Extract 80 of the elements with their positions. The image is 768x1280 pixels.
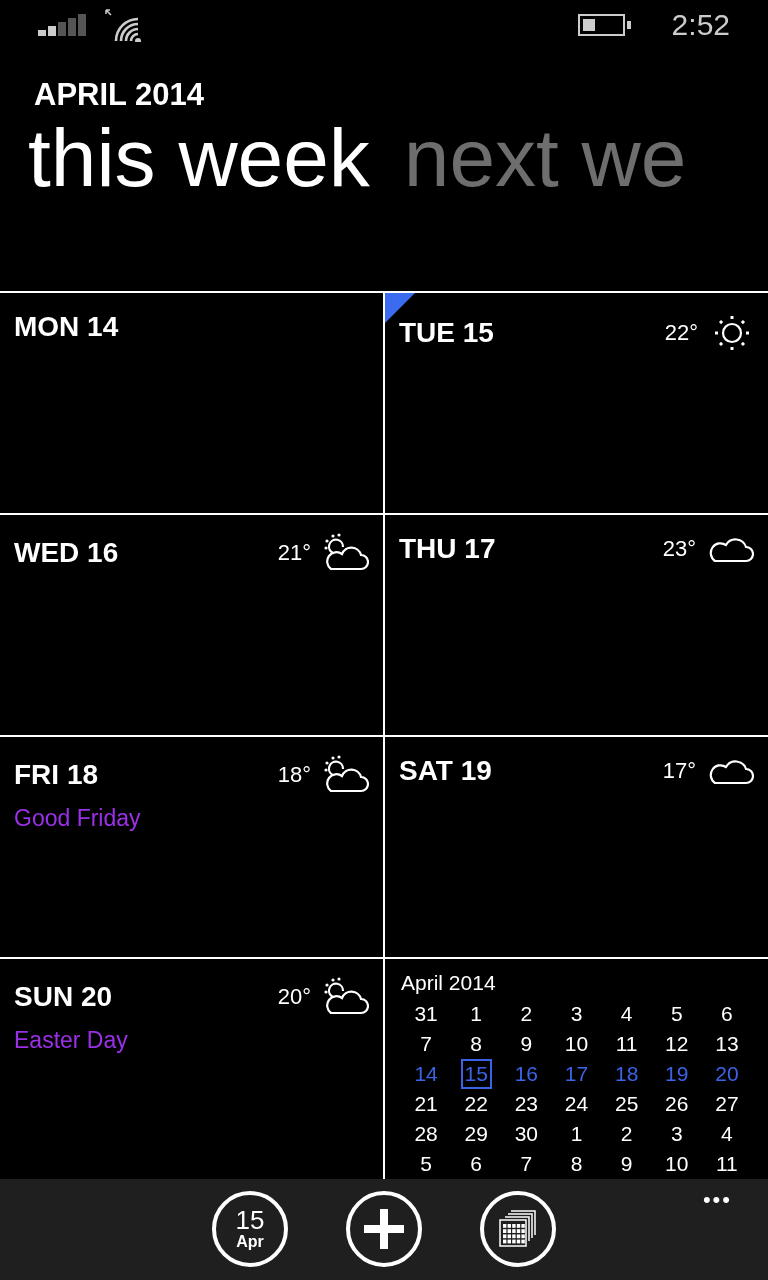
- calendar-date: 18: [613, 1060, 640, 1087]
- day-tile[interactable]: THU 17 23°: [385, 514, 768, 735]
- calendar-date: 1: [469, 1000, 484, 1027]
- event-title[interactable]: Easter Day: [14, 1026, 128, 1054]
- calendar-date: 11: [715, 1150, 739, 1177]
- calendar-date: 31: [413, 1000, 439, 1027]
- temperature: 18°: [277, 761, 311, 788]
- calendar-date: 5: [669, 1000, 684, 1027]
- day-label: THU 17: [399, 532, 496, 565]
- calendar-date: 14: [413, 1060, 439, 1087]
- day-tile[interactable]: WED 16 21°: [0, 514, 383, 735]
- plus-icon: [364, 1209, 404, 1250]
- day-tile[interactable]: SUN 20 20° Easter Day: [0, 958, 383, 1179]
- calendar-date: 1: [569, 1120, 584, 1147]
- partly-cloudy-icon: [323, 976, 369, 1017]
- day-label: TUE 15: [399, 316, 494, 349]
- calendar-date: 10: [664, 1150, 690, 1177]
- calendar-date: 16: [513, 1060, 540, 1087]
- calendar-date: 11: [614, 1030, 639, 1057]
- calendar-date: 13: [714, 1030, 740, 1057]
- temperature: 22°: [664, 319, 698, 346]
- day-label: WED 16: [14, 536, 119, 569]
- battery-icon: [577, 13, 632, 36]
- calendar-date: 25: [613, 1090, 640, 1117]
- day-label: SAT 19: [399, 754, 492, 787]
- calendar-date: 22: [463, 1090, 489, 1117]
- day-label: MON 14: [14, 310, 119, 343]
- temperature: 21°: [277, 539, 311, 566]
- calendar-date: 10: [563, 1030, 590, 1057]
- pivot-tab[interactable]: next we: [403, 113, 687, 204]
- calendar-date: 28: [413, 1120, 439, 1147]
- day-tile[interactable]: FRI 18 18° Good Friday: [0, 736, 383, 957]
- partly-cloudy-icon: [323, 754, 369, 795]
- calendar-date: 21: [413, 1090, 439, 1117]
- month-title: APRIL 2014: [34, 77, 204, 114]
- calendar-views-button[interactable]: [480, 1191, 556, 1268]
- day-tile[interactable]: SAT 19 17°: [385, 736, 768, 957]
- calendar-date: 19: [664, 1060, 690, 1087]
- calendar-date: 2: [619, 1120, 634, 1147]
- day-label: FRI 18: [14, 758, 99, 791]
- calendar-date: 23: [513, 1090, 540, 1117]
- day-label: SUN 20: [14, 980, 113, 1013]
- calendar-date: 17: [563, 1060, 590, 1087]
- day-tile[interactable]: TUE 15 22°: [385, 292, 768, 513]
- calendar-date: 7: [519, 1150, 534, 1177]
- temperature: 20°: [277, 983, 311, 1010]
- calendar-date: 7: [419, 1030, 433, 1057]
- calendar-date: 8: [569, 1150, 584, 1177]
- mini-calendar-title: April 2014: [401, 970, 496, 995]
- event-title[interactable]: Good Friday: [14, 804, 141, 832]
- calendar-date: 6: [469, 1150, 484, 1177]
- more-button[interactable]: •••: [702, 1186, 732, 1213]
- calendar-date: 30: [513, 1120, 540, 1147]
- signal-icon: [38, 13, 88, 36]
- calendar-date: 3: [669, 1120, 684, 1147]
- temperature: 23°: [662, 535, 696, 562]
- pivot-tab[interactable]: this week: [28, 113, 370, 204]
- calendar-date: 15: [460, 1058, 492, 1089]
- calendar-date: 12: [664, 1030, 690, 1057]
- calendar-date: 9: [519, 1030, 534, 1057]
- calendar-date: 2: [519, 1000, 534, 1027]
- day-tile[interactable]: MON 14: [0, 292, 383, 513]
- calendar-date: 6: [720, 1000, 734, 1027]
- clock-time: 2:52: [671, 7, 730, 42]
- calendar-date: 3: [569, 1000, 584, 1027]
- calendar-date: 5: [419, 1150, 433, 1177]
- calendar-date: 20: [714, 1060, 740, 1087]
- calendar-date: 24: [563, 1090, 590, 1117]
- calendar-date: 29: [463, 1120, 489, 1147]
- calendar-date: 8: [469, 1030, 484, 1057]
- calendar-date: 4: [619, 1000, 634, 1027]
- today-button[interactable]: 15 Apr: [212, 1191, 288, 1268]
- partly-cloudy-icon: [323, 532, 369, 573]
- add-button[interactable]: [346, 1191, 422, 1268]
- temperature: 17°: [662, 757, 696, 784]
- calendar-date: 27: [714, 1090, 740, 1117]
- calendar-date: 9: [619, 1150, 634, 1177]
- calendar-date: 4: [720, 1120, 734, 1147]
- calendar-date: 26: [664, 1090, 690, 1117]
- month-tile[interactable]: April 2014 31 1 2 3 4 5 6 7 8 9 10 11 12 13 14 15 16 17 18 19 20 21 22 23 24 25 26 27 28 29 30 1 2 3 4 5 6 7 8 9 10 11: [385, 958, 768, 1179]
